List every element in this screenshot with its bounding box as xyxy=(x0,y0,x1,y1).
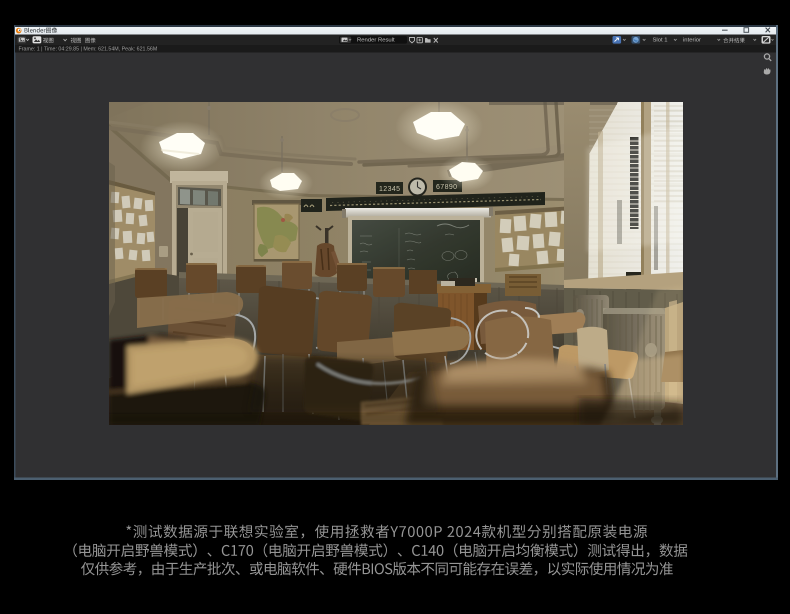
svg-text:interior: interior xyxy=(683,38,701,44)
svg-text:Render Result: Render Result xyxy=(357,38,395,44)
svg-text:Frame: 1 | Time: 04:29.85 | Me: Frame: 1 | Time: 04:29.85 | Mem: 621.54M… xyxy=(19,47,158,53)
svg-text:Slot 1: Slot 1 xyxy=(653,38,668,44)
